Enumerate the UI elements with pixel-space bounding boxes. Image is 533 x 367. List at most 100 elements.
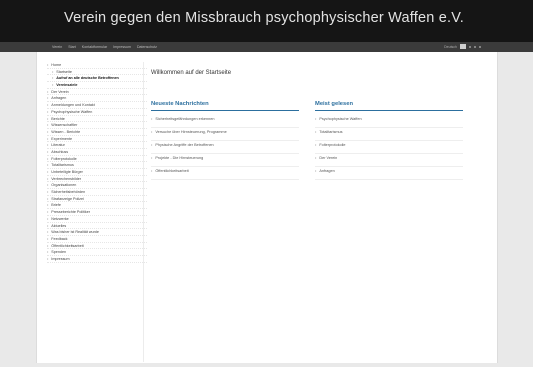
sidebar-item[interactable]: • Unbeteiligte Bürger xyxy=(47,169,147,176)
sidebar-item[interactable]: • Aufruf an alle deutsche Betroffenen xyxy=(47,75,147,83)
bullet-icon: • xyxy=(47,109,49,114)
news-heading-rule xyxy=(151,110,299,111)
sidebar-item[interactable]: • Impressum xyxy=(47,256,147,263)
sidebar-item[interactable]: • Berichte xyxy=(47,116,147,123)
sidebar-item-label: Strafanzeige Polizei xyxy=(51,196,84,201)
bullet-icon: • xyxy=(47,256,49,261)
sidebar-item[interactable]: • Netzwerke xyxy=(47,216,147,223)
bullet-icon: • xyxy=(47,89,49,94)
popular-heading-rule xyxy=(315,110,463,111)
sidebar-item-label: Anfragen xyxy=(51,96,67,101)
nav-item-impressum[interactable]: Impressum xyxy=(113,43,131,51)
top-nav: Verein Start Kontaktformular Impressum D… xyxy=(0,42,533,52)
sidebar-item[interactable]: • Was bisher ist Realität wurde xyxy=(47,229,147,236)
nav-item-kontakt[interactable]: Kontaktformular xyxy=(82,43,107,51)
flag-icon[interactable] xyxy=(460,44,466,49)
sidebar-item-label: Briefe xyxy=(51,203,61,208)
news-item-label: Versuche über Hirnsteuerung, Programme xyxy=(155,130,227,134)
bullet-icon: • xyxy=(151,117,153,121)
sidebar-item-label: Literatur xyxy=(51,143,65,148)
bullet-icon: • xyxy=(47,210,49,215)
bullet-icon: • xyxy=(47,136,49,141)
sidebar-item[interactable]: • Öffentlichkeitsarbeit xyxy=(47,243,147,250)
popular-list: • Psychophysische Waffen • Totalitarismus • F… xyxy=(315,115,463,180)
bullet-icon: • xyxy=(151,143,153,147)
news-item[interactable]: • Sicherheitsgefährdungen erkennen xyxy=(151,115,299,128)
bullet-icon: • xyxy=(47,223,49,228)
dot-icon[interactable] xyxy=(479,45,481,48)
bullet-icon: • xyxy=(47,163,49,168)
sidebar-item[interactable]: • Aktuelles xyxy=(47,223,147,230)
bullet-icon: • xyxy=(47,243,49,248)
news-item[interactable]: • Physische Angriffe der Betroffenen xyxy=(151,141,299,154)
sidebar-item-label: Berichte xyxy=(51,116,65,121)
bullet-icon: • xyxy=(47,96,49,101)
sidebar-item[interactable]: • Literatur xyxy=(47,142,147,149)
bullet-icon: • xyxy=(47,103,49,108)
sidebar-item[interactable]: • Folterprotokolle xyxy=(47,156,147,163)
sidebar-item[interactable]: • Wissenschaftler xyxy=(47,122,147,129)
content-page: • Home • Startseite • Aufruf an alle deutsche… xyxy=(36,52,498,363)
sidebar-item[interactable]: • Spenden xyxy=(47,249,147,256)
sidebar-item[interactable]: • Feedback xyxy=(47,236,147,243)
news-item[interactable]: • Projekte - Die Hirnsteuerung xyxy=(151,154,299,167)
bullet-icon: • xyxy=(47,190,49,195)
bullet-icon: • xyxy=(47,129,49,134)
sidebar-item[interactable]: • Verbrechensbilder xyxy=(47,176,147,183)
bullet-icon: • xyxy=(151,156,153,160)
sidebar-item[interactable]: • Anmeldungen und Kontakt xyxy=(47,102,147,109)
news-item-label: Öffentlichkeitsarbeit xyxy=(155,169,189,173)
sidebar-item-label: Netzwerke xyxy=(51,216,69,221)
bullet-icon: • xyxy=(47,116,49,121)
sidebar-divider xyxy=(143,62,144,362)
bullet-icon: • xyxy=(315,143,317,147)
sidebar-item[interactable]: • Strafanzeige Polizei xyxy=(47,196,147,203)
news-item[interactable]: • Öffentlichkeitsarbeit xyxy=(151,167,299,180)
sidebar-item-label: Unbeteiligte Bürger xyxy=(51,170,83,174)
news-item[interactable]: • Versuche über Hirnsteuerung, Programme xyxy=(151,128,299,141)
nav-item-datenschutz[interactable]: Datenschutz xyxy=(137,43,157,51)
popular-item[interactable]: • Anfragen xyxy=(315,167,463,180)
sidebar-item[interactable]: • Abschluss xyxy=(47,149,147,156)
sidebar-item[interactable]: • Briefe xyxy=(47,202,147,210)
sidebar-item-label: Sicherheitsbehörden xyxy=(51,190,86,195)
popular-item[interactable]: • Folterprotokolle xyxy=(315,141,463,154)
sidebar-item[interactable]: • Organisationen xyxy=(47,182,147,190)
dot-icon[interactable] xyxy=(474,45,476,48)
bullet-icon: • xyxy=(52,76,54,81)
language-label: Deutsch xyxy=(444,44,457,49)
news-item-label: Sicherheitsgefährdungen erkennen xyxy=(155,117,215,121)
nav-item-verein[interactable]: Verein xyxy=(52,43,62,51)
sidebar-item[interactable]: • Home xyxy=(47,62,147,69)
sidebar-item[interactable]: • Startseite xyxy=(47,69,147,76)
sidebar-item[interactable]: • Sicherheitsbehörden xyxy=(47,189,147,196)
sidebar-item[interactable]: • Presseberichte Politiker xyxy=(47,209,147,216)
sidebar-item[interactable]: • Psychophysische Waffen xyxy=(47,109,147,116)
page-title: Willkommen auf der Startseite xyxy=(151,70,232,76)
popular-item[interactable]: • Der Verein xyxy=(315,154,463,167)
popular-item-label: Folterprotokolle xyxy=(319,143,346,147)
bullet-icon: • xyxy=(47,123,49,128)
news-item-label: Physische Angriffe der Betroffenen xyxy=(155,143,214,147)
sidebar-item[interactable]: • Wissen - Berichte xyxy=(47,129,147,136)
sidebar-item-label: Der Verein xyxy=(51,89,69,94)
sidebar-item-label: Aktuelles xyxy=(51,223,67,228)
site-title[interactable]: Verein gegen den Missbrauch psychophysis… xyxy=(64,10,464,26)
sidebar-item[interactable]: • Der Verein xyxy=(47,89,147,96)
dot-icon[interactable] xyxy=(469,45,471,48)
nav-item-start[interactable]: Start xyxy=(68,43,76,51)
sidebar-item[interactable]: • Anfragen xyxy=(47,95,147,103)
popular-item-label: Anfragen xyxy=(319,169,335,173)
bullet-icon: • xyxy=(47,176,49,181)
sidebar-item[interactable]: • Totalitarismus xyxy=(47,162,147,169)
bullet-icon: • xyxy=(47,236,49,241)
popular-item[interactable]: • Totalitarismus xyxy=(315,128,463,141)
bullet-icon: • xyxy=(52,83,54,88)
news-list: • Sicherheitsgefährdungen erkennen • Versuc… xyxy=(151,115,299,180)
popular-item[interactable]: • Psychophysische Waffen xyxy=(315,115,463,128)
language-selector[interactable]: Deutsch xyxy=(444,44,481,49)
sidebar-item-label: Psychophysische Waffen xyxy=(51,109,93,114)
sidebar-item[interactable]: • Vereinsziele xyxy=(47,82,147,89)
sidebar-item[interactable]: • Experimente xyxy=(47,136,147,143)
sidebar-item-label: Startseite xyxy=(56,69,72,74)
